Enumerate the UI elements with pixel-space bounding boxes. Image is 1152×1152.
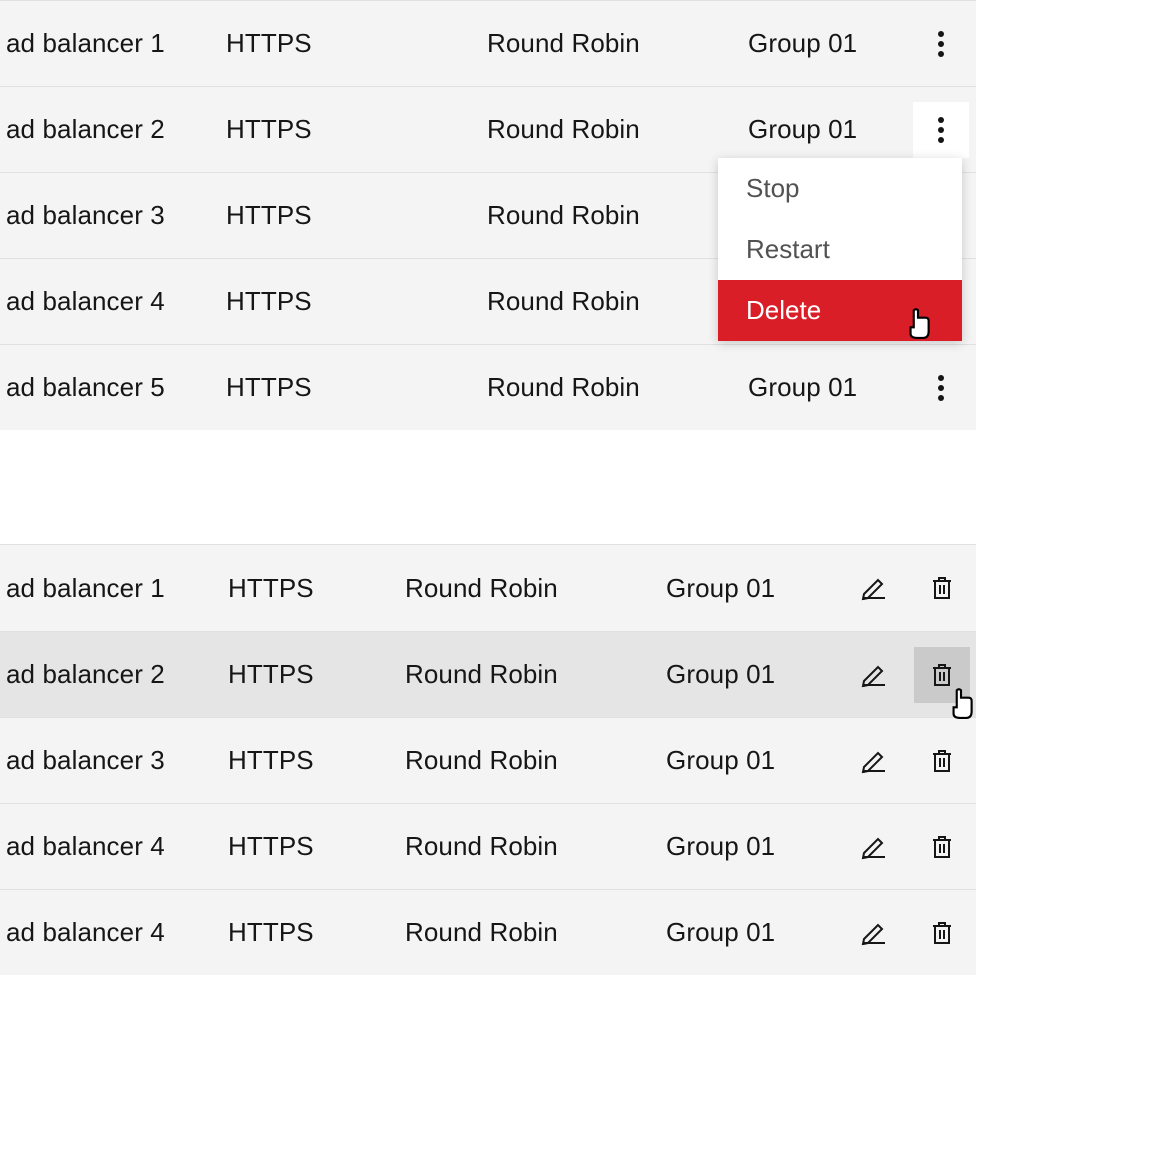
- cell-group: Group 01: [748, 372, 906, 403]
- edit-icon: [860, 833, 888, 861]
- cell-name: ad balancer 3: [0, 745, 228, 776]
- edit-icon: [860, 747, 888, 775]
- kebab-icon: [938, 41, 944, 47]
- cell-group: Group 01: [666, 745, 841, 776]
- table-row[interactable]: ad balancer 1 HTTPS Round Robin Group 01: [0, 545, 976, 631]
- table-row[interactable]: ad balancer 1 HTTPS Round Robin Group 01: [0, 0, 976, 86]
- cell-group: Group 01: [666, 917, 841, 948]
- table-row[interactable]: ad balancer 3 HTTPS Round Robin Group 01: [0, 717, 976, 803]
- cell-name: ad balancer 1: [0, 28, 226, 59]
- cell-protocol: HTTPS: [228, 917, 405, 948]
- edit-icon: [860, 574, 888, 602]
- table-overflow-variant: ad balancer 1 HTTPS Round Robin Group 01…: [0, 0, 976, 430]
- overflow-menu-button[interactable]: [913, 360, 969, 416]
- edit-button[interactable]: [846, 733, 902, 789]
- cell-protocol: HTTPS: [228, 659, 405, 690]
- table-inline-actions-variant: ad balancer 1 HTTPS Round Robin Group 01…: [0, 544, 976, 975]
- cell-group: Group 01: [748, 114, 906, 145]
- table-row[interactable]: ad balancer 5 HTTPS Round Robin Group 01: [0, 344, 976, 430]
- edit-button[interactable]: [846, 905, 902, 961]
- cell-protocol: HTTPS: [226, 114, 487, 145]
- cell-protocol: HTTPS: [228, 573, 405, 604]
- delete-button[interactable]: [914, 733, 970, 789]
- cell-protocol: HTTPS: [228, 831, 405, 862]
- cell-policy: Round Robin: [487, 286, 748, 317]
- cell-name: ad balancer 2: [0, 114, 226, 145]
- edit-icon: [860, 919, 888, 947]
- edit-button[interactable]: [846, 647, 902, 703]
- edit-button[interactable]: [846, 819, 902, 875]
- menu-item-delete[interactable]: Delete: [718, 280, 962, 341]
- cell-name: ad balancer 1: [0, 573, 228, 604]
- overflow-menu-button[interactable]: [913, 102, 969, 158]
- cell-name: ad balancer 2: [0, 659, 228, 690]
- cell-protocol: HTTPS: [226, 286, 487, 317]
- trash-icon: [928, 919, 956, 947]
- cell-actions: [906, 1, 976, 86]
- cell-policy: Round Robin: [487, 114, 748, 145]
- menu-item-stop[interactable]: Stop: [718, 158, 962, 219]
- cell-name: ad balancer 4: [0, 831, 228, 862]
- cell-group: Group 01: [666, 573, 841, 604]
- table-row[interactable]: ad balancer 4 HTTPS Round Robin Group 01: [0, 889, 976, 975]
- cell-policy: Round Robin: [487, 28, 748, 59]
- delete-button[interactable]: [914, 560, 970, 616]
- table-row[interactable]: ad balancer 2 HTTPS Round Robin Group 01: [0, 631, 976, 717]
- cell-actions: [906, 345, 976, 430]
- delete-button[interactable]: [914, 819, 970, 875]
- trash-icon: [928, 661, 956, 689]
- trash-icon: [928, 747, 956, 775]
- overflow-menu: Stop Restart Delete: [718, 158, 962, 341]
- cell-name: ad balancer 3: [0, 200, 226, 231]
- cell-group: Group 01: [666, 831, 841, 862]
- menu-item-restart[interactable]: Restart: [718, 219, 962, 280]
- delete-button[interactable]: [914, 905, 970, 961]
- cell-policy: Round Robin: [405, 659, 666, 690]
- cell-policy: Round Robin: [405, 917, 666, 948]
- cell-name: ad balancer 4: [0, 286, 226, 317]
- cell-policy: Round Robin: [487, 200, 748, 231]
- cell-policy: Round Robin: [405, 573, 666, 604]
- edit-icon: [860, 661, 888, 689]
- edit-button[interactable]: [846, 560, 902, 616]
- kebab-icon: [938, 385, 944, 391]
- cell-name: ad balancer 5: [0, 372, 226, 403]
- cell-group: Group 01: [666, 659, 841, 690]
- cell-protocol: HTTPS: [226, 28, 487, 59]
- cell-policy: Round Robin: [405, 831, 666, 862]
- kebab-icon: [938, 127, 944, 133]
- cell-protocol: HTTPS: [226, 200, 487, 231]
- trash-icon: [928, 574, 956, 602]
- cell-policy: Round Robin: [487, 372, 748, 403]
- delete-button[interactable]: [914, 647, 970, 703]
- cell-group: Group 01: [748, 28, 906, 59]
- cell-protocol: HTTPS: [228, 745, 405, 776]
- cell-protocol: HTTPS: [226, 372, 487, 403]
- trash-icon: [928, 833, 956, 861]
- cell-name: ad balancer 4: [0, 917, 228, 948]
- table-row[interactable]: ad balancer 4 HTTPS Round Robin Group 01: [0, 803, 976, 889]
- overflow-menu-button[interactable]: [913, 16, 969, 72]
- cell-policy: Round Robin: [405, 745, 666, 776]
